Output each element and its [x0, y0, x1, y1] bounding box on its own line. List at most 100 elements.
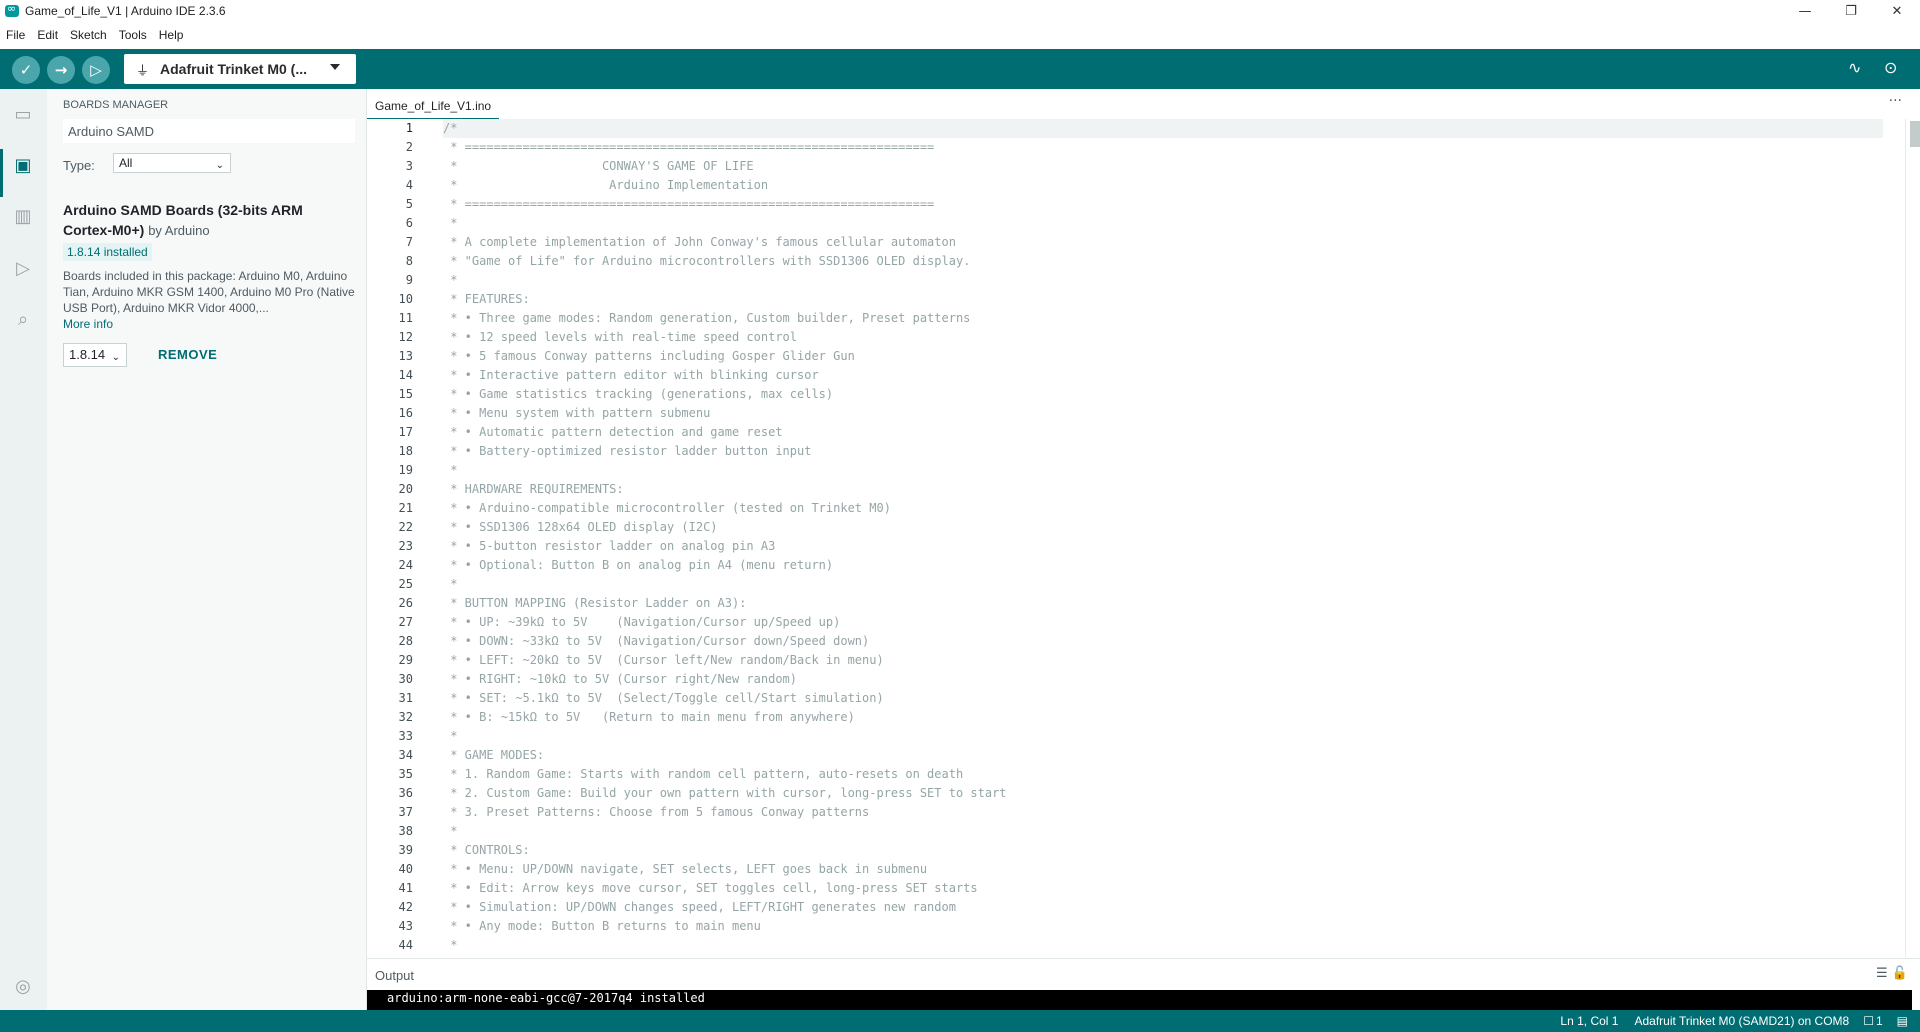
menu-file[interactable]: File: [0, 28, 31, 42]
code-line[interactable]: * • Automatic pattern detection and game…: [443, 423, 1883, 442]
code-line[interactable]: * • Three game modes: Random generation,…: [443, 309, 1883, 328]
serial-plotter-icon[interactable]: ∿: [1848, 58, 1861, 77]
code-line[interactable]: *: [443, 214, 1883, 233]
chevron-down-icon: ⌄: [111, 352, 120, 363]
line-number: 22: [398, 520, 413, 534]
line-number: 33: [398, 729, 413, 743]
line-number: 44: [398, 938, 413, 952]
upload-button[interactable]: →: [47, 56, 75, 84]
tab-game-of-life[interactable]: Game_of_Life_V1.ino: [367, 93, 500, 119]
output-panel-header: Output ☰ 🔓: [367, 958, 1920, 990]
code-line[interactable]: * • Menu system with pattern submenu: [443, 404, 1883, 423]
line-number: 7: [405, 235, 413, 249]
output-console[interactable]: arduino:arm-none-eabi-gcc@7-2017q4 insta…: [367, 990, 1912, 1010]
code-line[interactable]: * • RIGHT: ~10kΩ to 5V (Cursor right/New…: [443, 670, 1883, 689]
menu-help[interactable]: Help: [153, 28, 190, 42]
cursor-position[interactable]: Ln 1, Col 1: [1560, 1014, 1618, 1028]
output-toolbar-icons[interactable]: ☰ 🔓: [1876, 966, 1908, 981]
menu-sketch[interactable]: Sketch: [64, 28, 113, 42]
remove-button[interactable]: REMOVE: [158, 347, 217, 362]
line-number: 42: [398, 900, 413, 914]
debug-icon: ▷: [90, 61, 102, 79]
installed-version-badge: 1.8.14 installed: [63, 243, 152, 261]
line-number: 14: [398, 368, 413, 382]
code-line[interactable]: * • SSD1306 128x64 OLED display (I2C): [443, 518, 1883, 537]
menu-edit[interactable]: Edit: [31, 28, 64, 42]
code-line[interactable]: * • Any mode: Button B returns to main m…: [443, 917, 1883, 936]
code-line[interactable]: * "Game of Life" for Arduino microcontro…: [443, 252, 1883, 271]
code-line[interactable]: * FEATURES:: [443, 290, 1883, 309]
code-editor[interactable]: 1 2 3 4 5 6 7 8 9 10 11 12 13 14 15 16 17 18 19 20 21 22 23 24 2…: [367, 119, 1920, 957]
menu-tools[interactable]: Tools: [113, 28, 153, 42]
usb-icon: ⏚: [136, 63, 150, 79]
library-manager-icon[interactable]: ▥: [10, 203, 36, 229]
version-select[interactable]: 1.8.14 ⌄: [63, 343, 127, 367]
line-number: 23: [398, 539, 413, 553]
debug-icon[interactable]: ▷: [10, 255, 36, 281]
code-line[interactable]: *: [443, 727, 1883, 746]
boards-search-input[interactable]: Arduino SAMD: [63, 119, 355, 143]
code-line[interactable]: * • Optional: Button B on analog pin A4 …: [443, 556, 1883, 575]
code-line[interactable]: * • Simulation: UP/DOWN changes speed, L…: [443, 898, 1883, 917]
account-icon[interactable]: ◎: [10, 973, 36, 999]
more-info-link[interactable]: More info: [63, 317, 113, 331]
restore-button[interactable]: ❐: [1828, 0, 1874, 22]
code-line[interactable]: * HARDWARE REQUIREMENTS:: [443, 480, 1883, 499]
serial-monitor-icon[interactable]: ⊙: [1884, 58, 1897, 77]
code-line[interactable]: *: [443, 822, 1883, 841]
type-filter-select[interactable]: All ⌄: [113, 153, 231, 173]
code-line[interactable]: * ======================================…: [443, 195, 1883, 214]
code-line[interactable]: *: [443, 461, 1883, 480]
code-line[interactable]: * • B: ~15kΩ to 5V (Return to main menu …: [443, 708, 1883, 727]
boards-manager-icon[interactable]: ▣: [10, 152, 36, 178]
code-line[interactable]: * • Game statistics tracking (generation…: [443, 385, 1883, 404]
code-line[interactable]: *: [443, 575, 1883, 594]
code-line[interactable]: * 3. Preset Patterns: Choose from 5 famo…: [443, 803, 1883, 822]
version-value: 1.8.14: [69, 347, 106, 362]
board-package-title: Arduino SAMD Boards (32-bits ARM Cortex-…: [63, 200, 353, 241]
code-line[interactable]: * • 12 speed levels with real-time speed…: [443, 328, 1883, 347]
code-line[interactable]: * • Menu: UP/DOWN navigate, SET selects,…: [443, 860, 1883, 879]
code-line[interactable]: * BUTTON MAPPING (Resistor Ladder on A3)…: [443, 594, 1883, 613]
arduino-logo-icon: [5, 2, 19, 17]
code-line[interactable]: * GAME MODES:: [443, 746, 1883, 765]
code-line[interactable]: * • Arduino-compatible microcontroller (…: [443, 499, 1883, 518]
code-line[interactable]: * 1. Random Game: Starts with random cel…: [443, 765, 1883, 784]
code-line[interactable]: * A complete implementation of John Conw…: [443, 233, 1883, 252]
code-line[interactable]: * • Edit: Arrow keys move cursor, SET to…: [443, 879, 1883, 898]
code-line[interactable]: * • SET: ~5.1kΩ to 5V (Select/Toggle cel…: [443, 689, 1883, 708]
code-line[interactable]: * CONWAY'S GAME OF LIFE: [443, 157, 1883, 176]
code-line[interactable]: * 2. Custom Game: Build your own pattern…: [443, 784, 1883, 803]
code-line[interactable]: * • UP: ~39kΩ to 5V (Navigation/Cursor u…: [443, 613, 1883, 632]
code-line[interactable]: *: [443, 271, 1883, 290]
layout-icon[interactable]: ▤: [1897, 1014, 1908, 1028]
code-line[interactable]: * • Interactive pattern editor with blin…: [443, 366, 1883, 385]
code-line[interactable]: * • LEFT: ~20kΩ to 5V (Cursor left/New r…: [443, 651, 1883, 670]
code-content[interactable]: /* * ===================================…: [443, 119, 1883, 955]
board-port-status[interactable]: Adafruit Trinket M0 (SAMD21) on COM8: [1634, 1014, 1849, 1028]
search-icon[interactable]: ⌕: [10, 306, 36, 332]
code-line[interactable]: * ======================================…: [443, 138, 1883, 157]
scrollbar-thumb[interactable]: [1910, 121, 1920, 147]
notifications-icon[interactable]: ☐: [1863, 1014, 1874, 1028]
code-line[interactable]: * • Battery-optimized resistor ladder bu…: [443, 442, 1883, 461]
code-line[interactable]: * Arduino Implementation: [443, 176, 1883, 195]
minimize-button[interactable]: —: [1782, 0, 1828, 22]
code-line[interactable]: * • DOWN: ~33kΩ to 5V (Navigation/Cursor…: [443, 632, 1883, 651]
code-line[interactable]: /*: [443, 119, 1883, 138]
editor-scrollbar[interactable]: [1908, 121, 1920, 957]
line-number: 25: [398, 577, 413, 591]
verify-button[interactable]: ✓: [12, 56, 40, 84]
code-line[interactable]: * • 5 famous Conway patterns including G…: [443, 347, 1883, 366]
code-line[interactable]: * • 5-button resistor ladder on analog p…: [443, 537, 1883, 556]
code-line[interactable]: * CONTROLS:: [443, 841, 1883, 860]
line-number: 37: [398, 805, 413, 819]
more-actions-icon[interactable]: ···: [1889, 93, 1902, 109]
line-number: 39: [398, 843, 413, 857]
debug-button[interactable]: ▷: [82, 56, 110, 84]
close-button[interactable]: ✕: [1874, 0, 1920, 22]
board-selector[interactable]: ⏚ Adafruit Trinket M0 (...: [124, 54, 356, 84]
line-number: 26: [398, 596, 413, 610]
folder-icon[interactable]: ▭: [10, 101, 36, 127]
code-line[interactable]: *: [443, 936, 1883, 955]
